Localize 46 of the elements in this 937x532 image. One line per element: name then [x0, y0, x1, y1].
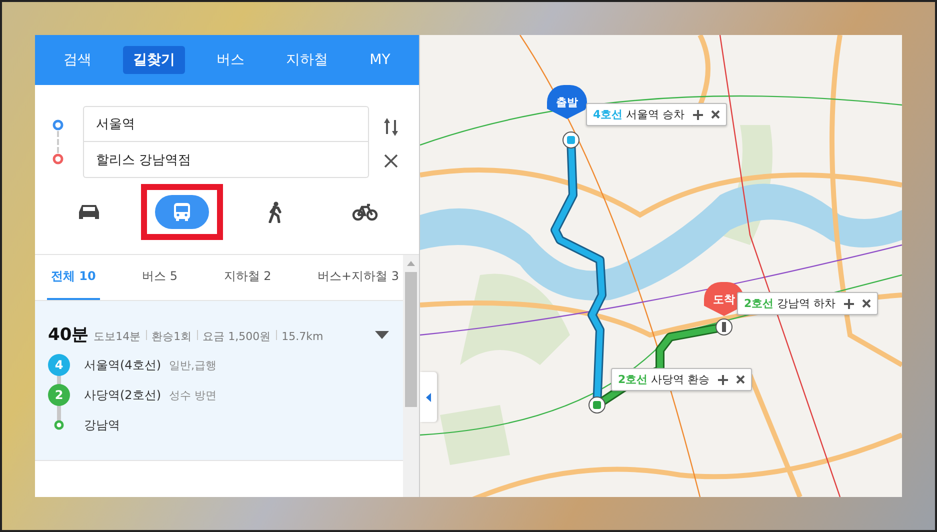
station-name: 서울역(4호선) [84, 356, 161, 374]
nav-tab[interactable]: 버스 [206, 46, 255, 74]
scrollbar-thumb[interactable] [405, 272, 417, 407]
station-name: 강남역 [84, 416, 120, 434]
station-name: 사당역(2호선) [84, 386, 161, 404]
station-note: 일반,급행 [169, 358, 216, 372]
route-callout-label: 2호선 사당역 환승 [618, 372, 710, 387]
result-tab[interactable]: 지하철 2 [220, 255, 276, 300]
line-badge: 2 [48, 384, 70, 406]
plus-icon[interactable] [692, 110, 703, 120]
route-detail: 환승1회 [152, 329, 192, 344]
nav-tab[interactable]: 길찾기 [123, 46, 186, 74]
route-detail: 도보14분 [94, 329, 141, 344]
triangle-left-icon [426, 392, 431, 402]
plus-icon[interactable] [718, 374, 728, 384]
route-callout-label: 4호선 서울역 승차 [593, 107, 685, 122]
route-duration: 40분 [48, 324, 89, 346]
origin-dot-icon [52, 119, 64, 131]
car-icon [78, 203, 100, 221]
close-icon[interactable] [384, 154, 398, 168]
route-callout-label: 2호선 강남역 하차 [744, 296, 836, 311]
plus-icon[interactable] [844, 298, 854, 308]
bicycle-icon [352, 203, 378, 221]
result-tab[interactable]: 버스+지하철 3 [313, 255, 403, 300]
station-note: 성수 방면 [169, 388, 216, 402]
route-detail: 15.7km [282, 330, 324, 343]
nav-tab[interactable]: MY [360, 47, 400, 73]
close-icon[interactable] [710, 110, 720, 119]
line-badge: 4 [48, 354, 70, 376]
transit-mode-button[interactable] [155, 195, 209, 229]
close-icon[interactable] [862, 299, 871, 308]
route-card[interactable]: 40분 도보14분 환승1회 요금 1,500원 15.7km 4 서울역(4호선) 일반,급행 2 사당역(2호선) 성수 방면 강남역 [35, 301, 403, 461]
scrollbar[interactable] [403, 255, 419, 497]
nav-tab[interactable]: 지하철 [276, 46, 338, 74]
bus-icon [172, 202, 192, 222]
walking-person-icon [267, 201, 283, 223]
nav-tab[interactable]: 검색 [54, 46, 102, 74]
origin-field[interactable]: 서울역 [83, 106, 369, 142]
collapse-panel-button[interactable] [420, 372, 437, 422]
caret-icon[interactable] [375, 330, 389, 338]
result-tab[interactable]: 버스 5 [138, 255, 182, 300]
route-detail: 요금 1,500원 [202, 329, 271, 344]
close-icon[interactable] [736, 375, 745, 384]
destination-field[interactable]: 할리스 강남역점 [83, 142, 369, 178]
destination-dot-icon [52, 153, 64, 165]
swap-icon[interactable] [383, 116, 399, 138]
